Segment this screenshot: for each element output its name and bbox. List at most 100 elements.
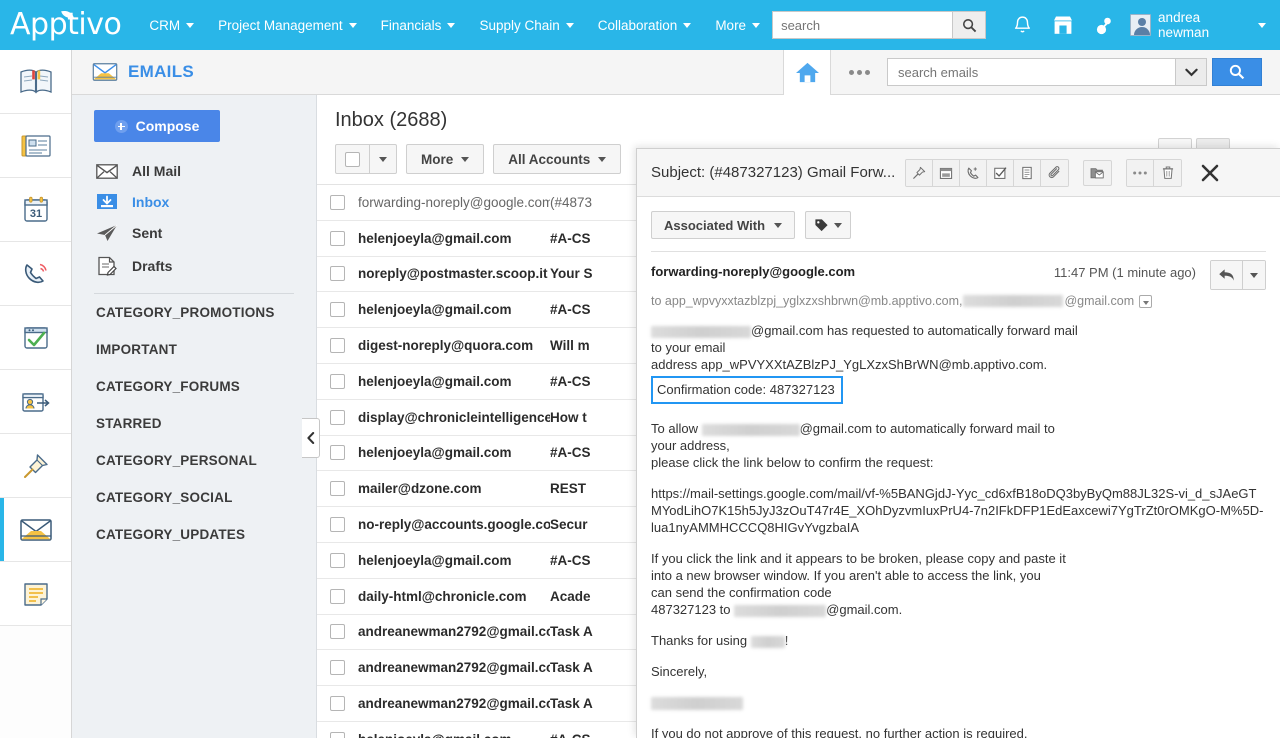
more-icon[interactable] — [1127, 160, 1154, 186]
row-checkbox[interactable] — [317, 195, 358, 210]
notes-icon[interactable] — [1014, 160, 1041, 186]
nav-menu-crm[interactable]: CRM — [137, 0, 206, 50]
sidebar-item-drafts[interactable]: Drafts — [72, 249, 316, 283]
email-subject: Subject: (#487327123) Gmail Forw... — [651, 164, 895, 181]
select-all-checkbox[interactable] — [336, 145, 370, 173]
more-options-button[interactable] — [831, 50, 887, 95]
nav-menu-collaboration[interactable]: Collaboration — [586, 0, 704, 50]
row-checkbox[interactable] — [317, 231, 358, 246]
sidebar-item-all-mail[interactable]: All Mail — [72, 156, 316, 186]
phone-call-icon — [21, 260, 51, 288]
sidebar-item-important[interactable]: IMPORTANT — [72, 331, 316, 368]
confirmation-url[interactable]: https://mail-settings.google.com/mail/vf… — [651, 485, 1266, 536]
user-menu[interactable]: andrea newman — [1124, 10, 1266, 40]
rail-item-calendar[interactable]: 31 — [0, 178, 71, 242]
reply-options-dropdown[interactable] — [1243, 261, 1265, 289]
checkbox-box — [330, 696, 345, 711]
task-icon[interactable] — [987, 160, 1014, 186]
row-checkbox[interactable] — [317, 624, 358, 639]
pin-icon[interactable] — [906, 160, 933, 186]
select-all-control[interactable] — [335, 144, 397, 174]
sidebar-item-category-social[interactable]: CATEGORY_SOCIAL — [72, 479, 316, 516]
trash-icon[interactable] — [1154, 160, 1181, 186]
reply-arrow-icon — [1218, 268, 1235, 282]
sidebar-item-category-updates[interactable]: CATEGORY_UPDATES — [72, 516, 316, 553]
draft-document-icon — [96, 256, 118, 276]
rail-item-emails[interactable] — [0, 498, 71, 562]
calendar-icon[interactable] — [933, 160, 960, 186]
chevron-down-icon — [349, 23, 357, 28]
sidebar-collapse-handle[interactable] — [302, 418, 320, 458]
body-text: ! — [785, 633, 789, 648]
rail-item-contacts[interactable] — [0, 114, 71, 178]
envelope-icon — [96, 164, 118, 179]
svg-text:31: 31 — [29, 208, 41, 220]
row-checkbox[interactable] — [317, 374, 358, 389]
sidebar-item-category-personal[interactable]: CATEGORY_PERSONAL — [72, 442, 316, 479]
nav-menu-supply-chain[interactable]: Supply Chain — [467, 0, 585, 50]
rail-item-pin[interactable] — [0, 434, 71, 498]
nav-label: Supply Chain — [479, 18, 559, 33]
row-checkbox[interactable] — [317, 302, 358, 317]
attachment-icon[interactable] — [1041, 160, 1068, 186]
global-search-input[interactable] — [772, 11, 952, 39]
email-timestamp: 11:47 PM (1 minute ago) — [1054, 264, 1210, 280]
row-checkbox[interactable] — [317, 553, 358, 568]
accounts-filter-button[interactable]: All Accounts — [493, 144, 621, 174]
row-checkbox[interactable] — [317, 445, 358, 460]
email-detail-panel: Subject: (#487327123) Gmail Forw... — [636, 148, 1280, 738]
reply-button[interactable] — [1211, 261, 1243, 289]
calendar-icon: 31 — [21, 195, 51, 225]
notifications-button[interactable] — [1002, 0, 1043, 50]
home-button[interactable] — [783, 50, 831, 95]
select-all-dropdown[interactable] — [370, 145, 396, 173]
top-navigation-bar: Apptivo CRM Project Management Financial… — [0, 0, 1280, 50]
search-emails-input[interactable] — [887, 58, 1175, 86]
associated-with-button[interactable]: Associated With — [651, 211, 795, 239]
row-checkbox[interactable] — [317, 410, 358, 425]
rail-item-employees[interactable] — [0, 370, 71, 434]
sidebar-item-category-promotions[interactable]: CATEGORY_PROMOTIONS — [72, 294, 316, 331]
detail-association-bar: Associated With — [637, 197, 1280, 251]
rail-item-call-log[interactable] — [0, 242, 71, 306]
body-text: Thanks for using — [651, 633, 747, 648]
sidebar-item-inbox[interactable]: Inbox — [72, 186, 316, 217]
body-paragraph-2: To allow @gmail.com to automatically for… — [651, 420, 1266, 471]
call-log-icon[interactable] — [960, 160, 987, 186]
body-signature — [651, 694, 1266, 711]
row-checkbox[interactable] — [317, 517, 358, 532]
row-checkbox[interactable] — [317, 338, 358, 353]
nav-menu-project-management[interactable]: Project Management — [206, 0, 369, 50]
rail-item-tasks[interactable] — [0, 306, 71, 370]
more-actions-button[interactable]: More — [406, 144, 484, 174]
rail-item-book[interactable] — [0, 50, 71, 114]
close-icon[interactable] — [1194, 157, 1226, 189]
global-search-button[interactable] — [952, 11, 986, 39]
search-filter-dropdown[interactable] — [1175, 58, 1207, 86]
apptivo-logo[interactable]: Apptivo — [0, 10, 137, 40]
search-submit-button[interactable] — [1212, 58, 1262, 86]
sidebar-item-sent[interactable]: Sent — [72, 217, 316, 249]
row-checkbox[interactable] — [317, 481, 358, 496]
rail-item-notes[interactable] — [0, 562, 71, 626]
pin-drop-button[interactable] — [1083, 0, 1124, 50]
row-checkbox[interactable] — [317, 589, 358, 604]
marketplace-button[interactable] — [1043, 0, 1084, 50]
nav-menu-more[interactable]: More — [703, 0, 772, 50]
sidebar-item-starred[interactable]: STARRED — [72, 405, 316, 442]
nav-menu-financials[interactable]: Financials — [369, 0, 468, 50]
sidebar-item-category-forums[interactable]: CATEGORY_FORUMS — [72, 368, 316, 405]
move-to-folder-icon[interactable] — [1083, 160, 1112, 186]
checkbox-box — [330, 195, 345, 210]
row-checkbox[interactable] — [317, 266, 358, 281]
compose-button[interactable]: Compose — [94, 110, 220, 142]
expand-recipients-icon[interactable] — [1139, 295, 1152, 308]
email-sender: andreanewman2792@gmail.com — [358, 624, 550, 639]
row-checkbox[interactable] — [317, 732, 358, 738]
home-icon — [795, 61, 820, 84]
email-subject-preview: Secur — [550, 517, 588, 532]
body-text: @gmail.com has requested to automaticall… — [751, 323, 1078, 338]
row-checkbox[interactable] — [317, 696, 358, 711]
tag-button[interactable] — [805, 211, 851, 239]
row-checkbox[interactable] — [317, 660, 358, 675]
